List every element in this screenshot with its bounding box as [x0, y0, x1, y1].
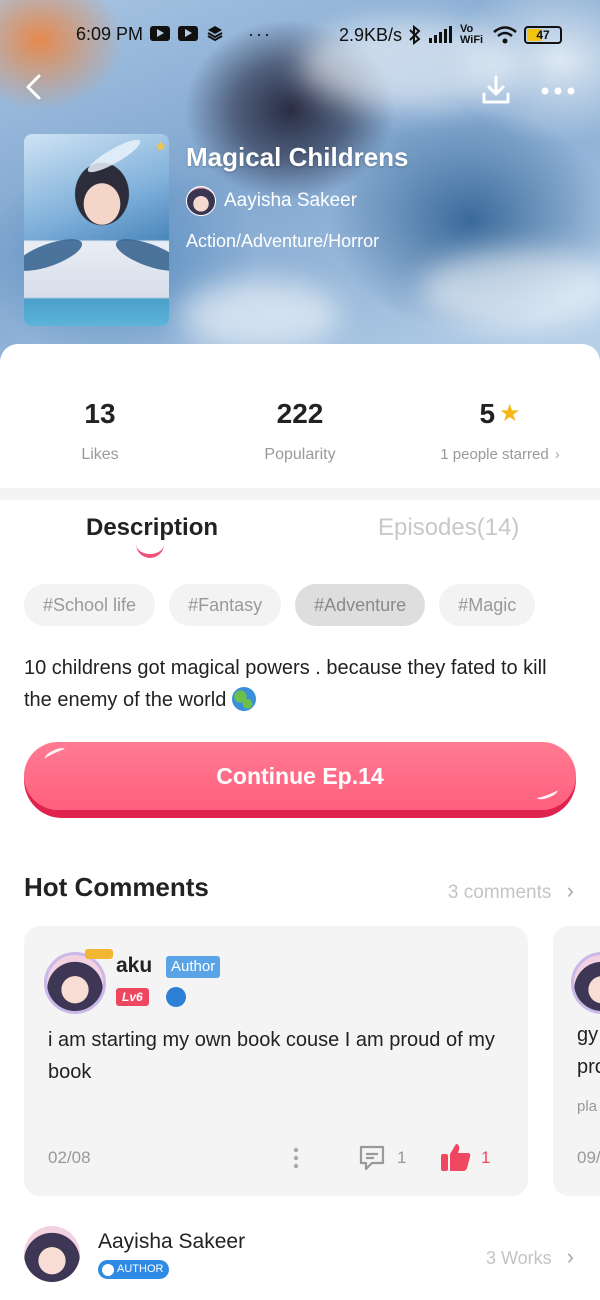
stat-popularity: 222 Popularity [200, 398, 400, 464]
commenter-avatar[interactable] [44, 949, 113, 1014]
author-avatar[interactable] [24, 1226, 80, 1282]
tag-list: #School life #Fantasy #Adventure #Magic [24, 584, 536, 626]
rating-label: 1 people starred [440, 446, 549, 463]
hot-comments-title: Hot Comments [24, 872, 209, 902]
genre-list: Action/Adventure/Horror [186, 231, 380, 251]
book-cover[interactable]: ★ [24, 134, 169, 326]
back-arrow-icon[interactable] [20, 72, 50, 102]
reply-icon[interactable] [358, 1144, 386, 1172]
youtube-icon [178, 26, 198, 41]
popularity-label: Popularity [264, 446, 336, 463]
status-bar: 6:09 PM ··· 2.9KB/s Vo WiFi 47 [0, 18, 600, 52]
comment-card[interactable]: aku Author Lv6 i am starting my own book… [24, 926, 528, 1196]
globe-emoji-icon [231, 687, 256, 711]
chevron-right-icon: › [566, 878, 574, 903]
comment-options-icon[interactable] [292, 1146, 300, 1170]
reply-count: 1 [397, 1148, 407, 1167]
commenter-name[interactable]: aku [116, 954, 152, 978]
chevron-right-icon: › [566, 1244, 574, 1269]
bluetooth-icon [409, 25, 421, 45]
comments-count: 3 comments [447, 882, 552, 903]
comment-text: gy [577, 1024, 599, 1046]
star-icon: ★ [499, 400, 521, 427]
vowifi-label: Vo WiFi [460, 23, 484, 46]
stack-icon [207, 26, 223, 42]
comment-text: i am starting my own book couse I am pro… [48, 1029, 495, 1083]
tag-chip[interactable]: #Magic [439, 584, 536, 626]
author-avatar [186, 186, 216, 216]
battery-icon: 47 [524, 26, 562, 44]
level-badge: Lv6 [116, 988, 149, 1006]
stat-rating[interactable]: 5 ★ 1 people starred › [400, 398, 600, 463]
drop-icon [102, 1263, 114, 1276]
description-text: 10 childrens got magical powers . becaus… [24, 652, 576, 716]
tag-chip[interactable]: #Fantasy [169, 584, 282, 626]
status-notification-icons: ··· [150, 24, 272, 45]
youtube-icon [150, 26, 170, 41]
continue-label: Continue Ep.14 [24, 742, 576, 810]
author-role-badge: AUTHOR [98, 1260, 170, 1279]
author-role-label: AUTHOR [117, 1263, 164, 1275]
more-options-icon[interactable] [540, 84, 576, 98]
tab-episodes[interactable]: Episodes(14) [378, 514, 519, 542]
popularity-value: 222 [276, 398, 324, 429]
author-works-link[interactable]: 3 Works › [486, 1244, 574, 1270]
network-speed: 2.9KB/s [338, 24, 402, 45]
author-name[interactable]: Aayisha Sakeer [98, 1230, 245, 1254]
status-right: 2.9KB/s Vo WiFi 47 [339, 24, 562, 46]
rating-value: 5 [479, 398, 496, 429]
crown-frame-icon [85, 949, 113, 959]
author-name: Aayisha Sakeer [224, 190, 358, 211]
wifi-icon [493, 26, 517, 44]
section-divider [0, 488, 600, 500]
commenter-avatar [571, 952, 600, 1014]
tag-chip[interactable]: #Adventure [295, 584, 426, 626]
likes-value: 13 [84, 398, 116, 429]
more-notifications-icon: ··· [248, 24, 272, 44]
likes-label: Likes [81, 446, 119, 463]
comment-date: 02/08 [48, 1148, 91, 1167]
signal-icon [429, 26, 452, 43]
download-icon[interactable] [480, 74, 512, 106]
tag-chip[interactable]: #School life [24, 584, 156, 626]
author-badge: Author [166, 956, 221, 978]
comment-text: pla [577, 1098, 598, 1115]
star-icon: ★ [154, 138, 167, 154]
comments-more-link[interactable]: 3 comments › [448, 878, 574, 904]
medal-icon [166, 987, 186, 1007]
comment-text: pro [577, 1056, 600, 1078]
chevron-right-icon: › [554, 446, 560, 463]
like-count: 1 [481, 1148, 491, 1167]
works-count: 3 Works [485, 1248, 552, 1268]
comment-card-next[interactable]: gy pro pla 09/ [553, 926, 600, 1196]
description-body: 10 childrens got magical powers . becaus… [24, 657, 547, 711]
status-time: 6:09 PM [76, 24, 144, 44]
stat-likes: 13 Likes [0, 398, 200, 464]
header-author[interactable]: Aayisha Sakeer [186, 186, 357, 216]
comment-date: 09/ [577, 1148, 600, 1167]
tab-description[interactable]: Description [86, 514, 218, 542]
book-title: Magical Childrens [186, 142, 409, 172]
battery-level: 47 [536, 28, 550, 42]
continue-button[interactable]: Continue Ep.14 [24, 742, 576, 818]
like-icon[interactable] [440, 1142, 472, 1172]
